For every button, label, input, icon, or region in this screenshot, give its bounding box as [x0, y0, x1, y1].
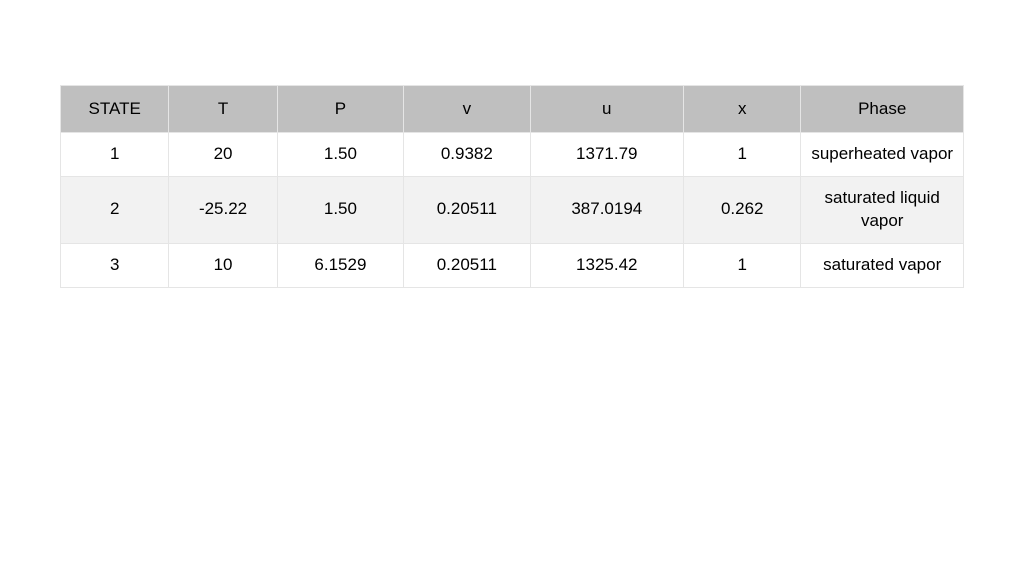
cell-t: 20	[169, 133, 277, 177]
table-row: 2 -25.22 1.50 0.20511 387.0194 0.262 sat…	[61, 176, 964, 243]
header-u: u	[530, 86, 684, 133]
cell-p: 1.50	[277, 176, 403, 243]
header-v: v	[404, 86, 530, 133]
cell-v: 0.9382	[404, 133, 530, 177]
table-row: 1 20 1.50 0.9382 1371.79 1 superheated v…	[61, 133, 964, 177]
cell-x: 0.262	[684, 176, 801, 243]
cell-u: 1325.42	[530, 243, 684, 287]
cell-phase: saturated liquid vapor	[801, 176, 964, 243]
table-row: 3 10 6.1529 0.20511 1325.42 1 saturated …	[61, 243, 964, 287]
thermo-states-table: STATE T P v u x Phase 1 20 1.50 0.9382 1…	[60, 85, 964, 288]
cell-p: 1.50	[277, 133, 403, 177]
header-p: P	[277, 86, 403, 133]
cell-v: 0.20511	[404, 243, 530, 287]
cell-v: 0.20511	[404, 176, 530, 243]
header-x: x	[684, 86, 801, 133]
header-t: T	[169, 86, 277, 133]
cell-t: 10	[169, 243, 277, 287]
cell-phase: saturated vapor	[801, 243, 964, 287]
header-state: STATE	[61, 86, 169, 133]
cell-u: 387.0194	[530, 176, 684, 243]
cell-u: 1371.79	[530, 133, 684, 177]
cell-x: 1	[684, 133, 801, 177]
cell-state: 3	[61, 243, 169, 287]
header-phase: Phase	[801, 86, 964, 133]
cell-x: 1	[684, 243, 801, 287]
cell-state: 1	[61, 133, 169, 177]
cell-phase: superheated vapor	[801, 133, 964, 177]
cell-t: -25.22	[169, 176, 277, 243]
header-row: STATE T P v u x Phase	[61, 86, 964, 133]
cell-state: 2	[61, 176, 169, 243]
cell-p: 6.1529	[277, 243, 403, 287]
